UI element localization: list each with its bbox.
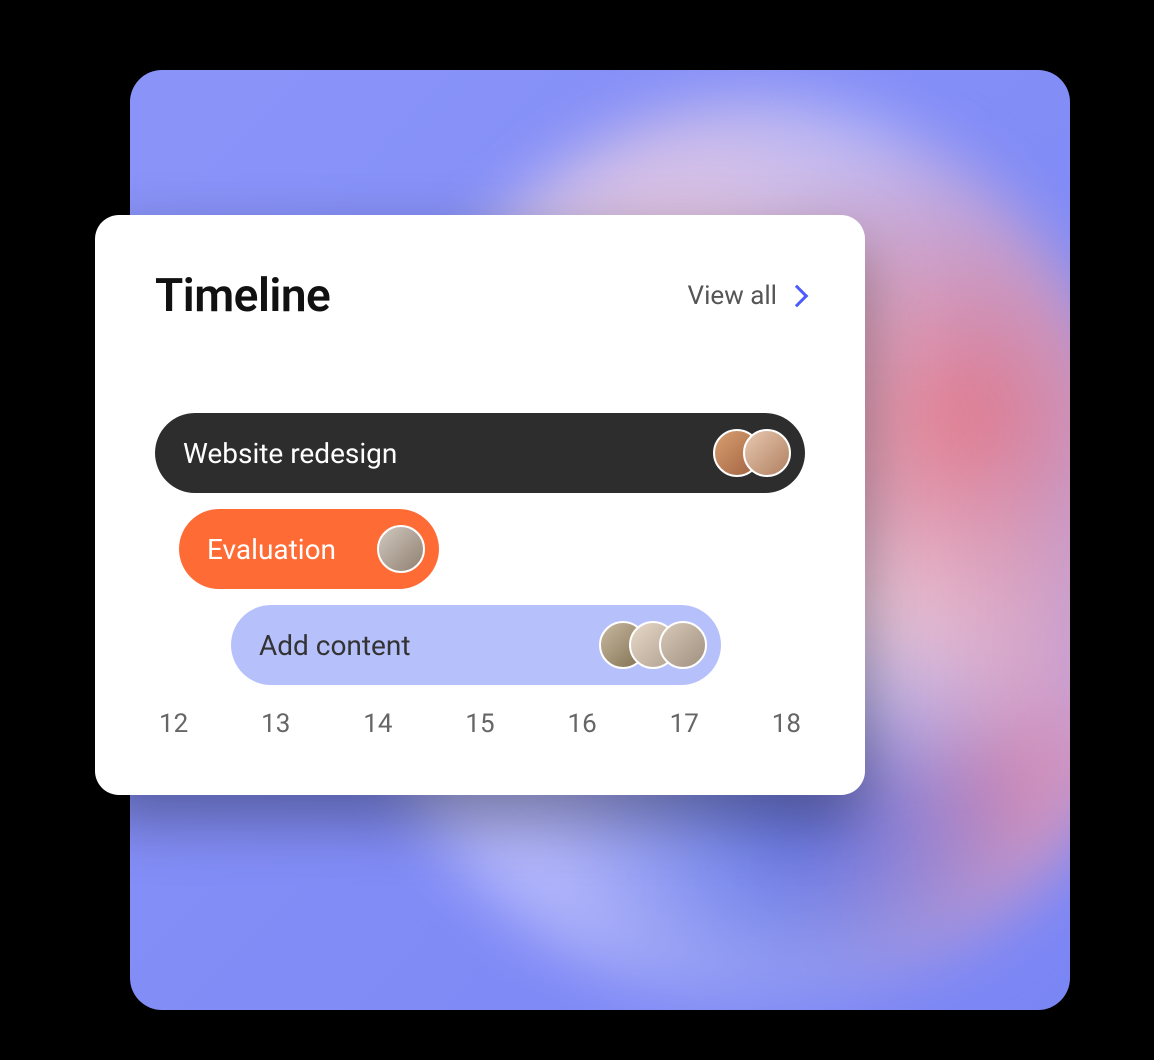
chevron-right-icon bbox=[786, 285, 809, 308]
axis-tick: 17 bbox=[670, 709, 699, 739]
avatar[interactable] bbox=[743, 429, 791, 477]
avatar[interactable] bbox=[377, 525, 425, 573]
axis-tick: 12 bbox=[159, 709, 188, 739]
timeline-bars: Website redesign Evaluation Add content bbox=[155, 413, 805, 673]
card-header: Timeline View all bbox=[155, 269, 805, 323]
card-title: Timeline bbox=[155, 269, 330, 323]
timeline-bar-evaluation[interactable]: Evaluation bbox=[179, 509, 439, 589]
avatar-group bbox=[713, 429, 791, 477]
avatar[interactable] bbox=[659, 621, 707, 669]
avatar-group bbox=[377, 525, 425, 573]
axis-tick: 15 bbox=[465, 709, 494, 739]
axis-tick: 13 bbox=[261, 709, 290, 739]
view-all-label: View all bbox=[688, 281, 777, 311]
bar-label: Evaluation bbox=[207, 533, 336, 566]
timeline-bar-add-content[interactable]: Add content bbox=[231, 605, 721, 685]
view-all-link[interactable]: View all bbox=[688, 281, 805, 311]
bar-label: Website redesign bbox=[183, 437, 397, 470]
avatar-group bbox=[599, 621, 707, 669]
bar-label: Add content bbox=[259, 629, 411, 662]
axis-tick: 18 bbox=[772, 709, 801, 739]
axis-tick: 16 bbox=[568, 709, 597, 739]
timeline-bar-website-redesign[interactable]: Website redesign bbox=[155, 413, 805, 493]
timeline-card: Timeline View all Website redesign Evalu… bbox=[95, 215, 865, 795]
timeline-axis: 12 13 14 15 16 17 18 bbox=[155, 709, 805, 739]
axis-tick: 14 bbox=[363, 709, 392, 739]
